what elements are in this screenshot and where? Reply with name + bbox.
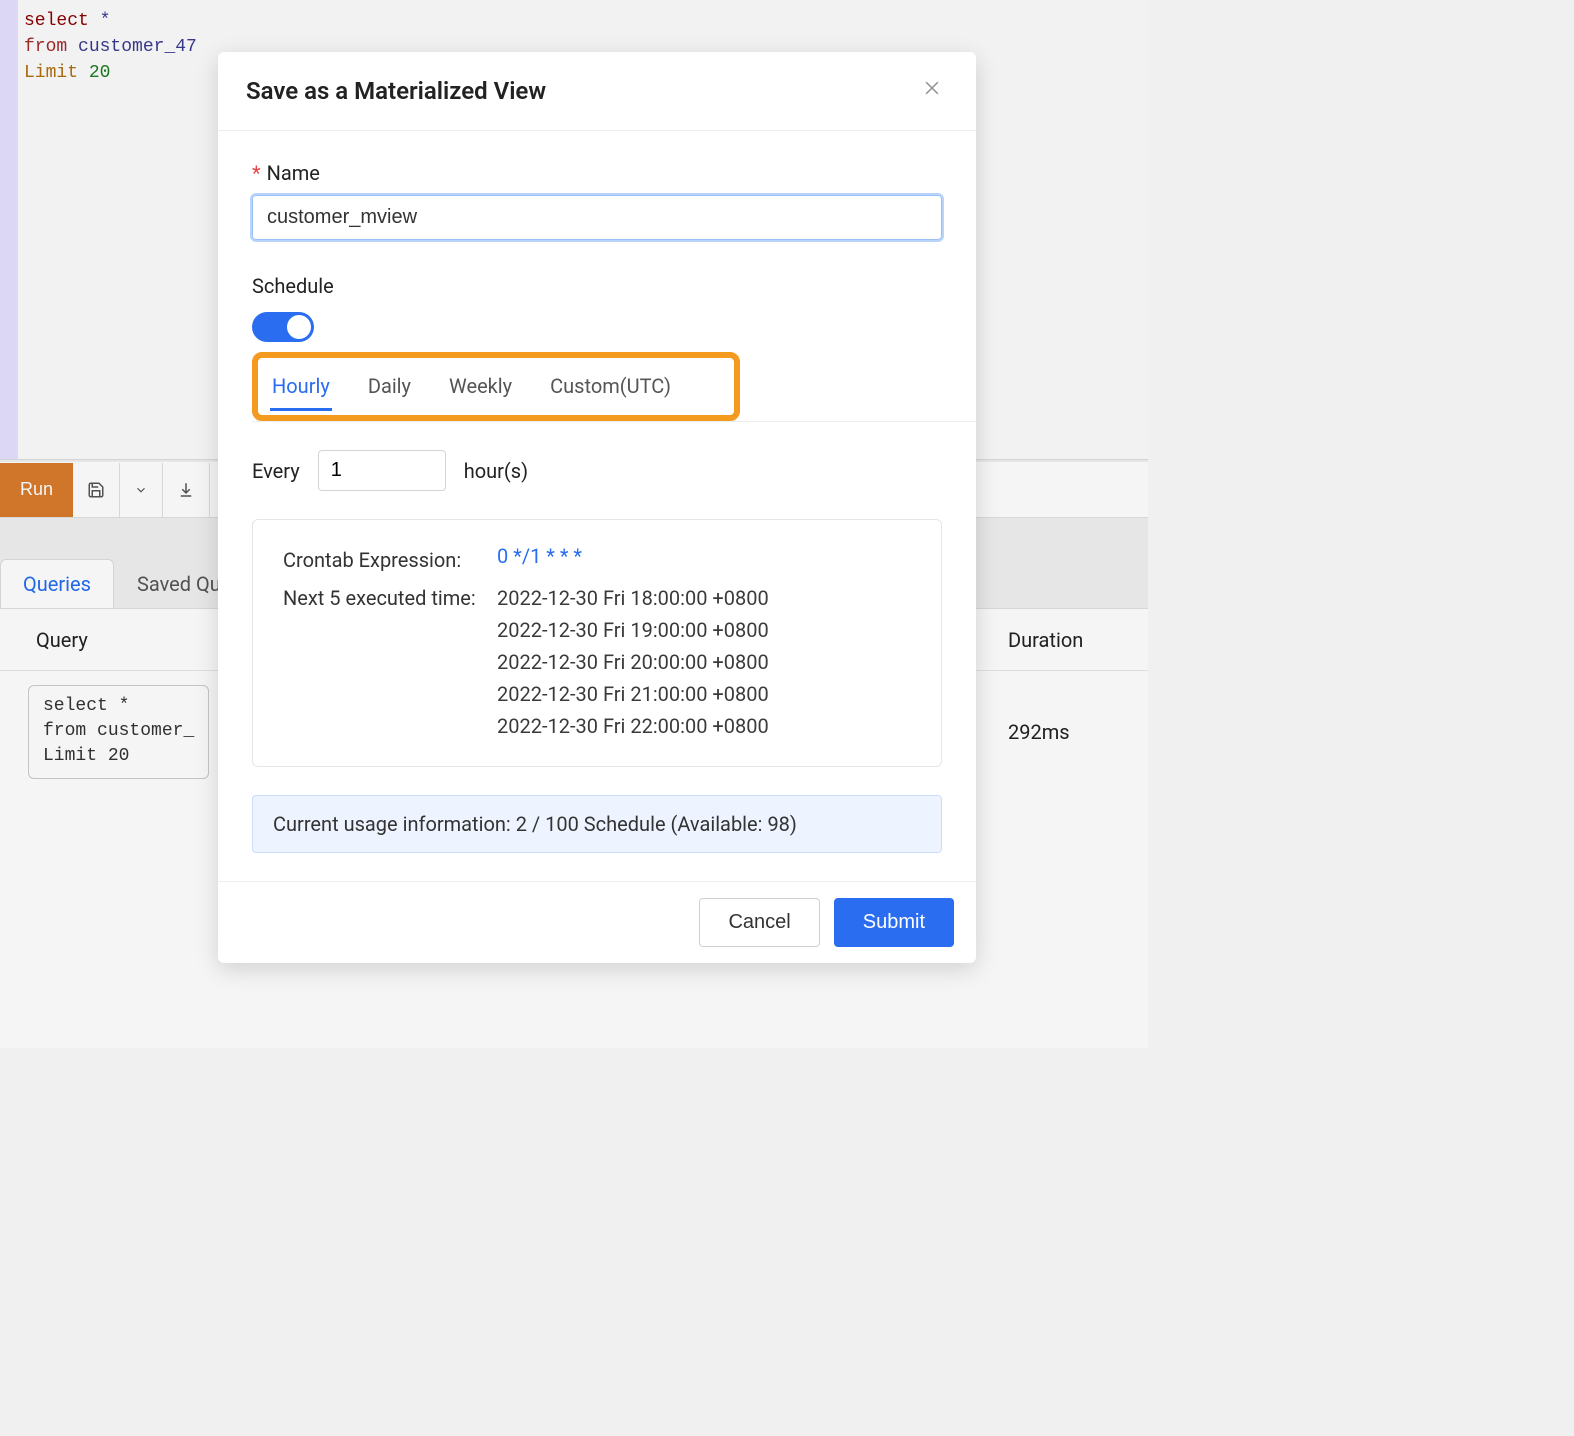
modal-header: Save as a Materialized View [218,52,976,131]
interval-input[interactable] [318,450,446,491]
schedule-toggle[interactable] [252,312,314,342]
toggle-knob [287,315,311,339]
next-executed-label: Next 5 executed time: [283,582,489,614]
schedule-tabs: Hourly Daily Weekly Custom(UTC) [262,370,730,411]
schedule-field-label: Schedule [252,274,942,298]
save-materialized-view-modal: Save as a Materialized View *Name Schedu… [218,52,976,963]
modal-title: Save as a Materialized View [246,77,546,105]
tabs-divider [252,421,976,422]
cancel-button[interactable]: Cancel [699,898,819,947]
name-input[interactable] [252,195,942,240]
crontab-expression-value: 0 */1 * * * [497,544,911,568]
hours-label: hour(s) [464,459,528,483]
name-field-label: *Name [252,161,942,185]
exec-time: 2022-12-30 Fri 22:00:00 +0800 [497,710,911,742]
submit-button[interactable]: Submit [834,898,954,947]
every-row: Every hour(s) [252,450,942,491]
modal-footer: Cancel Submit [218,881,976,963]
close-icon [922,78,942,98]
every-label: Every [252,459,300,483]
cron-info-box: Crontab Expression: 0 */1 * * * Next 5 e… [252,519,942,767]
close-button[interactable] [916,74,948,108]
tab-custom-utc[interactable]: Custom(UTC) [548,370,673,411]
tab-weekly[interactable]: Weekly [447,370,514,411]
exec-time: 2022-12-30 Fri 20:00:00 +0800 [497,646,911,678]
usage-info-banner: Current usage information: 2 / 100 Sched… [252,795,942,853]
tab-hourly[interactable]: Hourly [270,370,332,411]
crontab-expression-label: Crontab Expression: [283,544,489,576]
exec-time: 2022-12-30 Fri 21:00:00 +0800 [497,678,911,710]
next-executed-list: 2022-12-30 Fri 18:00:00 +0800 2022-12-30… [497,582,911,742]
schedule-tabs-highlight: Hourly Daily Weekly Custom(UTC) [252,352,740,421]
tab-daily[interactable]: Daily [366,370,413,411]
exec-time: 2022-12-30 Fri 18:00:00 +0800 [497,582,911,614]
exec-time: 2022-12-30 Fri 19:00:00 +0800 [497,614,911,646]
modal-body: *Name Schedule Hourly Daily Weekly Custo… [218,131,976,881]
required-star-icon: * [252,161,261,185]
